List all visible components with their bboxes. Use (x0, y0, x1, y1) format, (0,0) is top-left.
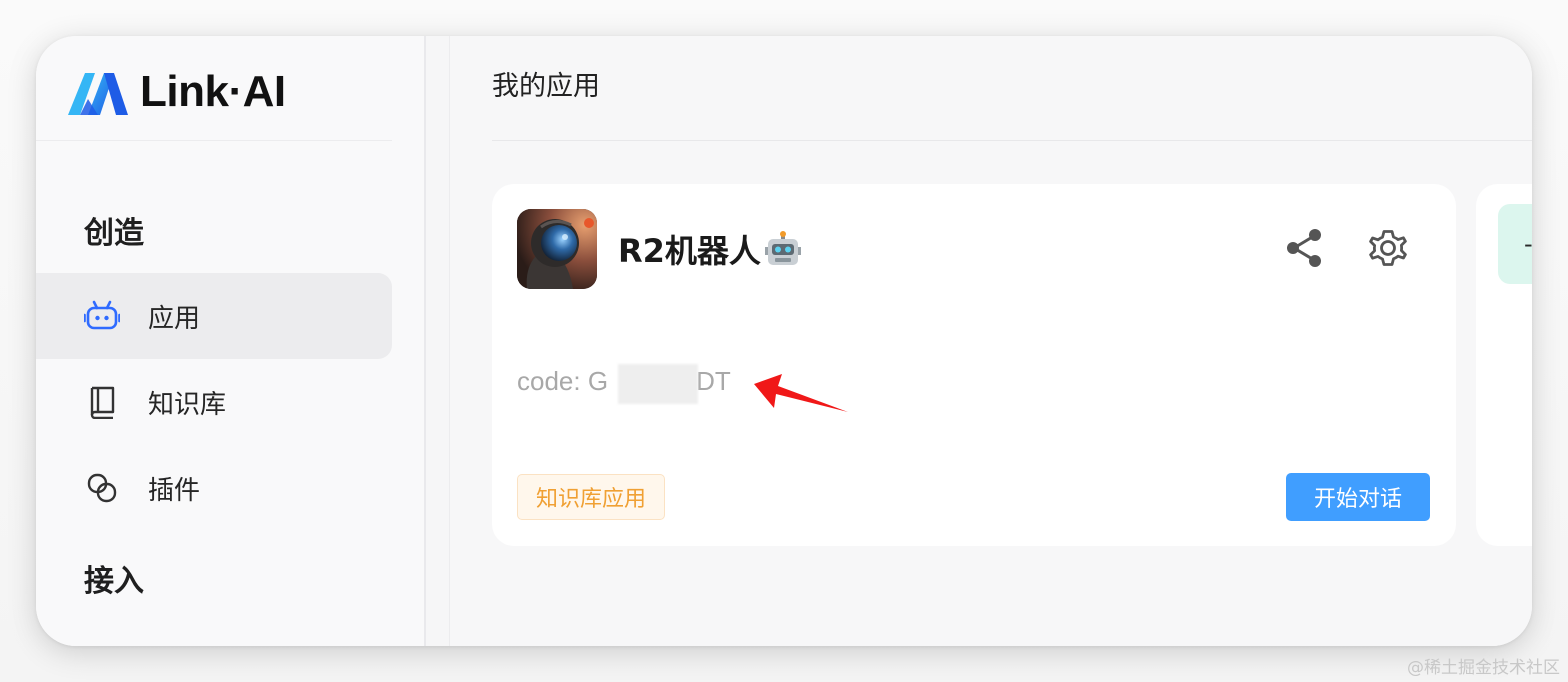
next-card-badge: - (1498, 204, 1532, 284)
app-type-tag: 知识库应用 (517, 474, 666, 520)
start-chat-button[interactable]: 开始对话 (1286, 473, 1430, 521)
section-title-create: 创造 (84, 216, 144, 251)
header-divider (492, 140, 1532, 141)
sidebar: Link·AI 创造 应用 知识库 插件 接入 (36, 36, 424, 646)
next-app-card[interactable]: - (1476, 184, 1532, 546)
section-title-access: 接入 (84, 564, 144, 599)
resize-gutter[interactable] (426, 36, 450, 646)
screenshot-stage: Link·AI 创造 应用 知识库 插件 接入 我的应用 R2机器人 code:… (0, 0, 1568, 682)
book-icon (84, 384, 120, 420)
brand-name: Link·AI (140, 67, 286, 116)
page-title: 我的应用 (492, 71, 600, 102)
robot-icon (84, 298, 120, 334)
sidebar-item-label: 插件 (148, 475, 201, 506)
app-name-text: R2机器人 (618, 232, 761, 270)
watermark: @稀土掘金技术社区 (1407, 658, 1560, 678)
next-card-badge-text: - (1524, 230, 1532, 258)
sidebar-item-apps[interactable]: 应用 (36, 273, 392, 359)
annotation-arrow-icon (754, 374, 848, 412)
share-icon (1287, 229, 1321, 267)
code-redaction (618, 364, 698, 404)
robot-face-emoji-icon (764, 231, 801, 265)
main-content: 我的应用 R2机器人 code: G DT 知识库应用 开始对话 - (450, 36, 1532, 646)
app-card[interactable]: R2机器人 code: G DT 知识库应用 开始对话 (492, 184, 1456, 546)
app-window: Link·AI 创造 应用 知识库 插件 接入 我的应用 R2机器人 code:… (36, 36, 1532, 646)
share-button[interactable] (1282, 226, 1326, 270)
sidebar-item-plugins[interactable]: 插件 (36, 445, 392, 531)
app-avatar (517, 209, 597, 289)
settings-button[interactable] (1364, 224, 1412, 272)
app-code-prefix: code: G (517, 366, 609, 396)
gear-icon (1369, 230, 1407, 266)
link-ai-logo-icon (68, 73, 128, 115)
sidebar-item-label: 知识库 (148, 389, 227, 420)
brand-logo[interactable]: Link·AI (68, 66, 286, 118)
logo-divider (36, 140, 392, 141)
sidebar-item-knowledge-base[interactable]: 知识库 (36, 359, 392, 445)
app-code-suffix: DT (696, 366, 731, 396)
app-name: R2机器人 (618, 226, 801, 272)
sidebar-item-label: 应用 (148, 303, 201, 334)
plugin-link-icon (84, 470, 120, 506)
